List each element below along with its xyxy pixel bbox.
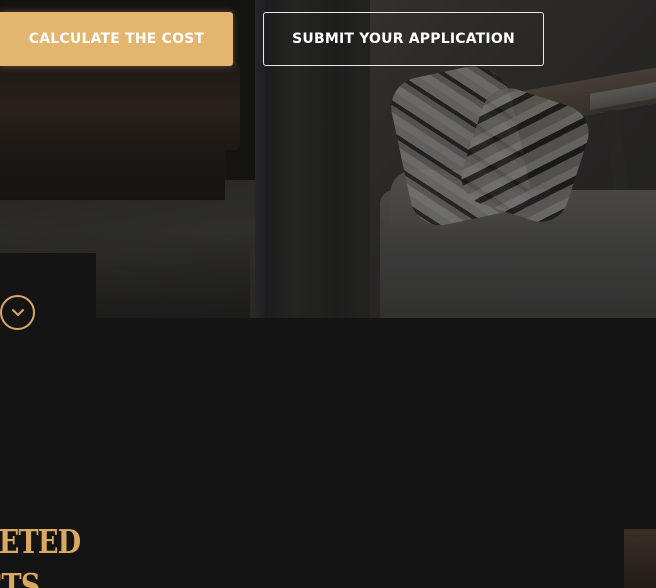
scroll-down-button[interactable] <box>0 295 35 330</box>
page: CALCULATE THE COST SUBMIT YOUR APPLICATI… <box>0 0 656 588</box>
section-title-line-2: ECTS <box>0 566 40 588</box>
calculate-cost-button[interactable]: CALCULATE THE COST <box>0 12 233 66</box>
section-title-line-1: PLETED <box>0 522 81 561</box>
chevron-down-icon <box>11 308 25 318</box>
section-title: PLETED ECTS <box>0 520 81 588</box>
project-thumbnail[interactable] <box>624 529 656 588</box>
submit-application-button[interactable]: SUBMIT YOUR APPLICATION <box>263 12 544 66</box>
